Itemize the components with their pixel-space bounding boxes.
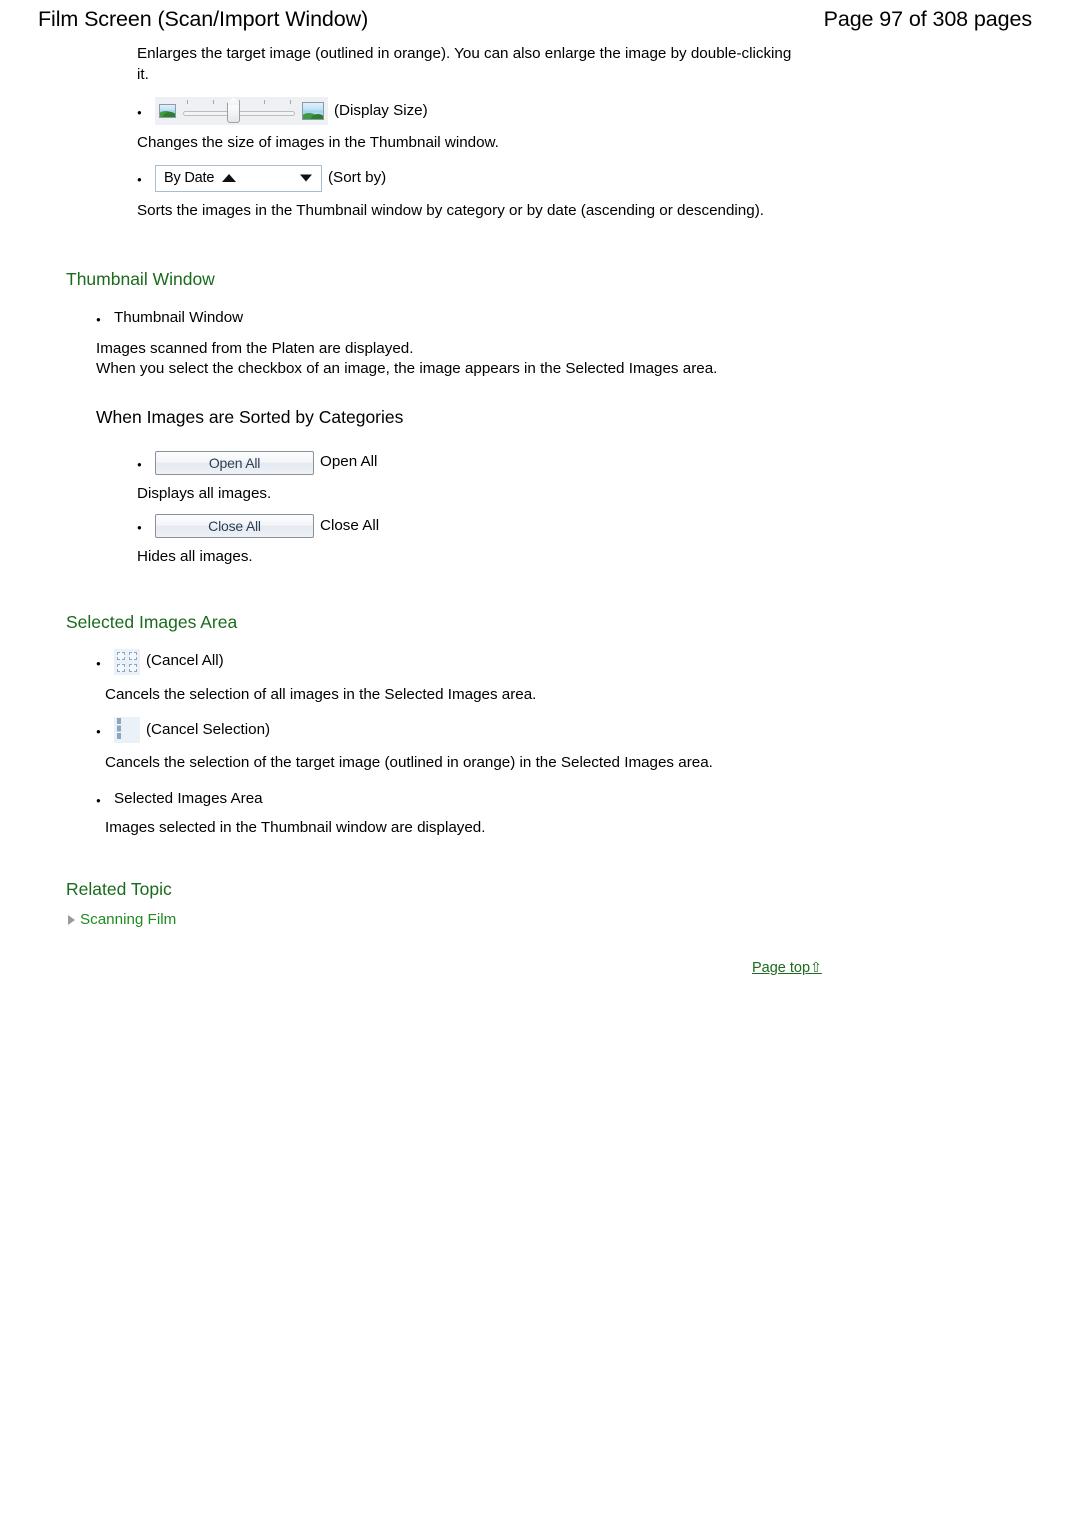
page-content: Enlarges the target image (outlined in o… bbox=[0, 44, 1080, 930]
chevron-down-icon[interactable] bbox=[300, 174, 312, 182]
open-all-bullet-row: Open All Open All bbox=[137, 450, 1080, 475]
selected-images-area-bullet-label: Selected Images Area bbox=[114, 789, 263, 807]
arrow-up-icon: ⇧ bbox=[810, 959, 822, 975]
sort-by-bullet-row: By Date (Sort by) bbox=[137, 164, 1080, 192]
triangle-right-icon bbox=[68, 914, 75, 925]
bullet-marker bbox=[137, 172, 155, 184]
page-top-label: Page top bbox=[752, 960, 811, 976]
open-all-description: Displays all images. bbox=[137, 484, 272, 502]
cancel-all-caption: (Cancel All) bbox=[146, 652, 224, 670]
related-topic-list: Scanning Film bbox=[68, 910, 1080, 931]
dashed-cell bbox=[117, 651, 125, 660]
intro-paragraph: Enlarges the target image (outlined in o… bbox=[137, 45, 792, 83]
dashed-cell bbox=[117, 663, 125, 672]
close-all-caption: Close All bbox=[320, 516, 380, 534]
bullet-marker bbox=[137, 457, 155, 469]
close-all-description: Hides all images. bbox=[137, 548, 253, 565]
sort-by-combobox[interactable]: By Date bbox=[155, 164, 322, 192]
link-scanning-film-label: Scanning Film bbox=[80, 910, 177, 928]
page-top-link[interactable]: Page top⇧ bbox=[752, 959, 822, 976]
thumbnail-window-bullet-label: Thumbnail Window bbox=[114, 309, 244, 326]
cancel-selection-description: Cancels the selection of the target imag… bbox=[105, 754, 713, 771]
open-all-caption: Open All bbox=[320, 453, 378, 471]
open-all-button[interactable]: Open All bbox=[155, 450, 314, 475]
cancel-selection-bullet-row: (Cancel Selection) bbox=[96, 717, 1080, 743]
large-image-icon bbox=[302, 101, 324, 120]
cancel-selection-icon[interactable] bbox=[114, 717, 140, 743]
section-heading-selected-images-area: Selected Images Area bbox=[66, 611, 238, 632]
bullet-marker bbox=[137, 520, 155, 532]
display-size-caption: (Display Size) bbox=[334, 101, 428, 119]
display-size-bullet-row: (Display Size) bbox=[137, 97, 1080, 125]
small-image-icon bbox=[159, 103, 176, 118]
slider-track-area[interactable] bbox=[183, 99, 295, 123]
close-all-button[interactable]: Close All bbox=[155, 514, 314, 538]
close-all-bullet-row: Close All Close All bbox=[137, 514, 1080, 538]
selected-images-area-description: Images selected in the Thumbnail window … bbox=[105, 819, 486, 836]
selected-images-area-bullet: Selected Images Area bbox=[96, 789, 1080, 812]
display-size-description: Changes the size of images in the Thumbn… bbox=[137, 134, 499, 151]
dashed-cell bbox=[117, 718, 121, 739]
bullet-marker bbox=[96, 310, 114, 331]
sort-by-description: Sorts the images in the Thumbnail window… bbox=[137, 201, 764, 219]
bullet-marker bbox=[137, 105, 155, 117]
sort-by-caption: (Sort by) bbox=[328, 168, 387, 186]
page-title: Film Screen (Scan/Import Window) bbox=[38, 6, 369, 31]
link-scanning-film[interactable]: Scanning Film bbox=[68, 910, 176, 931]
section-heading-thumbnail-window: Thumbnail Window bbox=[66, 269, 215, 289]
page-header: Film Screen (Scan/Import Window) Page 97… bbox=[0, 0, 1080, 34]
triangle-up-icon[interactable] bbox=[222, 174, 237, 182]
display-size-slider[interactable] bbox=[155, 97, 328, 125]
cancel-all-bullet-row: (Cancel All) bbox=[96, 648, 1080, 675]
slider-thumb[interactable] bbox=[227, 102, 240, 123]
sort-by-value: By Date bbox=[164, 169, 215, 186]
bullet-marker bbox=[96, 656, 114, 668]
bullet-marker bbox=[96, 791, 114, 812]
thumbnail-window-line1: Images scanned from the Platen are displ… bbox=[96, 339, 414, 357]
page-number-info: Page 97 of 308 pages bbox=[823, 6, 1033, 31]
bullet-marker bbox=[96, 724, 114, 736]
cancel-all-description: Cancels the selection of all images in t… bbox=[105, 685, 537, 703]
subheading-sorted-by-categories: When Images are Sorted by Categories bbox=[96, 406, 404, 427]
section-heading-related-topic: Related Topic bbox=[66, 878, 172, 899]
dashed-cell bbox=[129, 651, 137, 660]
cancel-selection-caption: (Cancel Selection) bbox=[146, 720, 271, 738]
dashed-cell bbox=[129, 663, 137, 672]
thumbnail-window-line2: When you select the checkbox of an image… bbox=[96, 360, 718, 377]
thumbnail-window-bullet: Thumbnail Window bbox=[96, 308, 1080, 331]
cancel-all-icon[interactable] bbox=[114, 648, 140, 675]
